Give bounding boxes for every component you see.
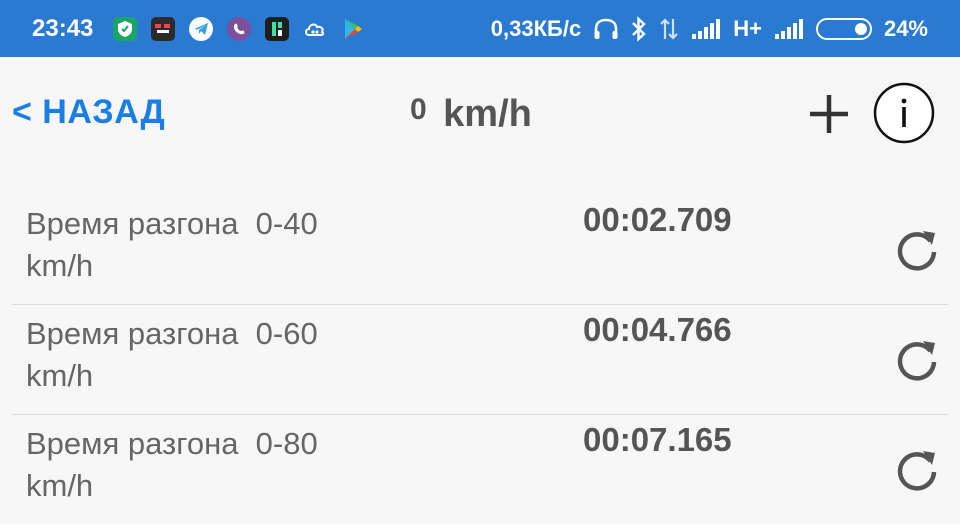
plus-icon [810,95,848,133]
status-time: 23:43 [32,14,94,42]
list-item: Время разгона 0-40 km/h 00:02.709 [12,195,948,305]
status-right: 0,33КБ/с H+ 24% [491,16,928,42]
refresh-icon [897,341,937,381]
taxi-icon [265,16,290,41]
info-button[interactable] [873,82,935,144]
play-store-icon [341,17,365,41]
row-label: Время разгона 0-60 km/h [26,316,327,393]
current-speed: 0 km/h [410,93,532,136]
speed-unit: km/h [443,93,532,135]
refresh-icon [897,451,937,491]
row-label: Время разгона 0-40 km/h [26,206,327,283]
network-type: H+ [733,15,762,41]
telegram-icon [189,16,214,41]
acceleration-list: Время разгона 0-40 km/h 00:02.709 Время … [12,195,948,524]
back-button[interactable]: < НАЗАД [12,93,165,132]
bluetooth-icon [631,15,647,42]
notification-icons [113,16,365,41]
row-label: Время разгона 0-80 km/h [26,426,327,503]
row-time: 00:02.709 [583,201,732,238]
list-item: Время разгона 0-60 km/h 00:04.766 [12,305,948,415]
refresh-icon [897,231,937,271]
viber-icon [227,16,252,41]
data-transfer-icon [659,17,679,41]
cloud-icon [303,17,327,41]
game-icon [151,16,176,41]
status-bar: 23:43 0,33КБ/с H+ 24% [0,0,960,57]
battery-icon [815,17,872,40]
headphones-icon [593,17,619,41]
row-time: 00:07.165 [583,421,732,458]
nav-bar: < НАЗАД 0 km/h [0,57,960,170]
reset-button[interactable] [892,225,942,275]
signal-icon [691,18,721,40]
list-item: Время разгона 0-80 km/h 00:07.165 [12,415,948,524]
row-time: 00:04.766 [583,311,732,348]
net-speed: 0,33КБ/с [490,15,582,41]
shield-icon [113,16,138,41]
battery-percent: 24% [883,15,928,41]
signal-icon-2 [774,18,804,40]
speed-value: 0 [410,93,427,126]
add-button[interactable] [806,91,852,137]
reset-button[interactable] [892,445,942,495]
reset-button[interactable] [892,335,942,385]
info-icon [873,82,935,144]
